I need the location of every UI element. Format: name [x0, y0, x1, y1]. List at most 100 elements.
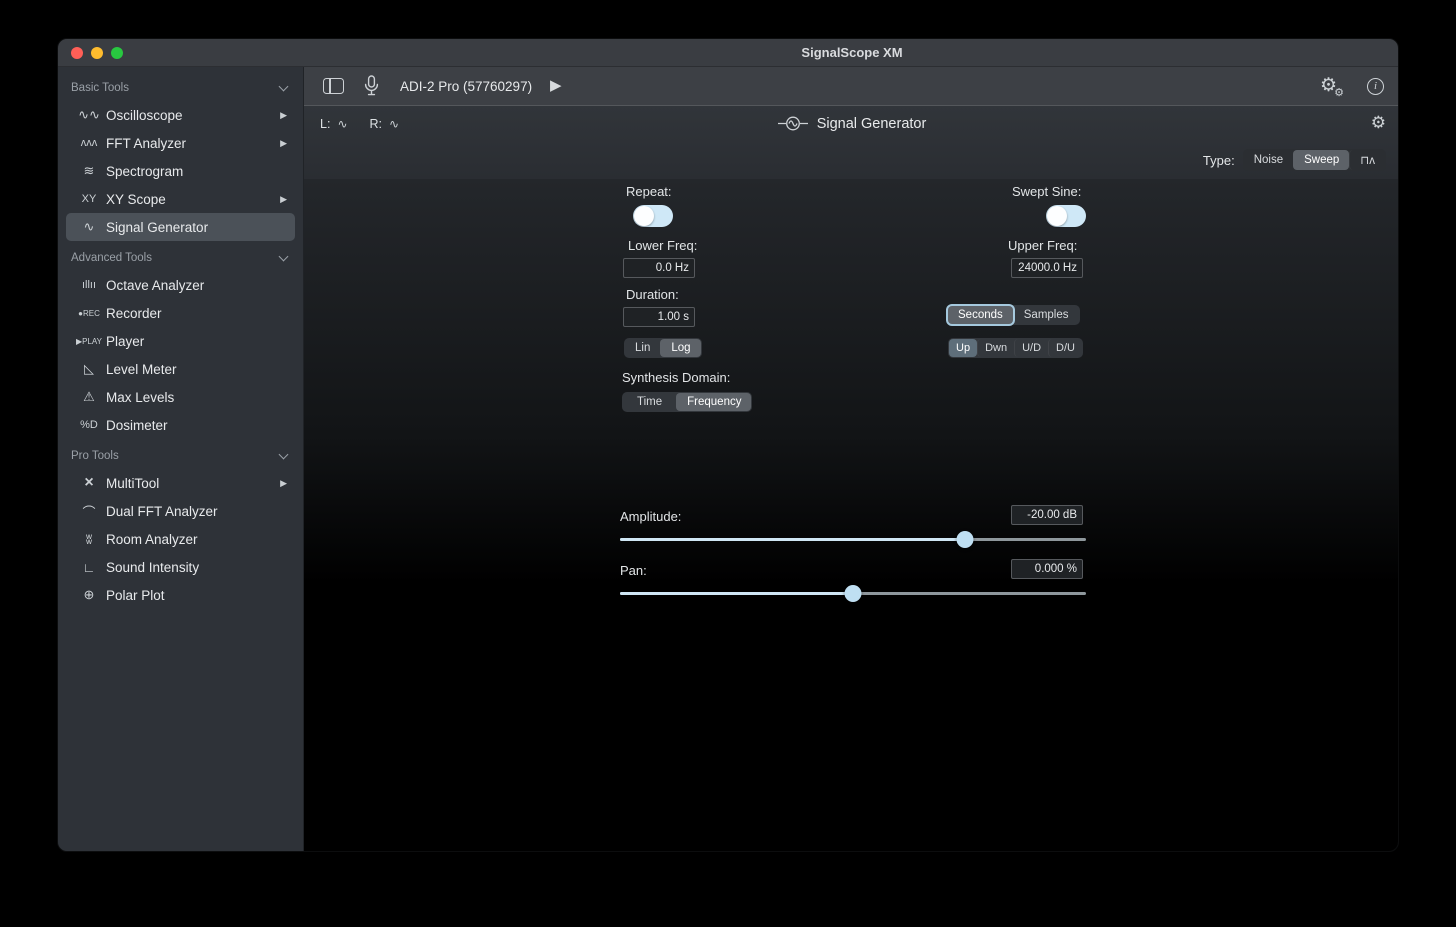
upper-freq-input[interactable]: [1011, 258, 1083, 278]
slider-track[interactable]: [620, 538, 1086, 541]
section-title: Advanced Tools: [71, 252, 152, 264]
direction-up-segment[interactable]: Up: [949, 339, 977, 357]
sidebar-item-dual-fft-analyzer[interactable]: ⌒ Dual FFT Analyzer: [66, 497, 295, 525]
traffic-lights: [71, 47, 123, 59]
desktop: SignalScope XM Basic Tools ∿∿ Oscillosco…: [0, 0, 1456, 927]
main-area: ADI-2 Pro (57760297) ▶ ⚙⚙ i L: ∿ R: ∿: [304, 67, 1399, 851]
pan-value-input[interactable]: [1011, 559, 1083, 579]
sidebar-item-xy-scope[interactable]: XY XY Scope ▶: [66, 185, 295, 213]
device-label[interactable]: ADI-2 Pro (57760297): [400, 79, 532, 94]
microphone-icon[interactable]: [364, 75, 379, 98]
oscilloscope-icon: ∿∿: [72, 107, 106, 123]
section-header-pro-tools[interactable]: Pro Tools: [58, 439, 303, 469]
sidebar-item-label: MultiTool: [106, 476, 159, 491]
tool-title-row: Signal Generator: [304, 115, 1399, 132]
xy-scope-icon: XY: [72, 193, 106, 205]
submenu-arrow-icon[interactable]: ▶: [280, 110, 287, 121]
info-icon[interactable]: i: [1367, 78, 1384, 95]
minimize-button[interactable]: [91, 47, 103, 59]
sidebar-item-level-meter[interactable]: ◺ Level Meter: [66, 355, 295, 383]
title-bar: SignalScope XM: [58, 39, 1398, 67]
toggle-knob: [634, 206, 654, 226]
multitool-icon: ×: [72, 474, 106, 492]
sidebar-item-recorder[interactable]: ●REC Recorder: [66, 299, 295, 327]
slider-thumb[interactable]: [845, 585, 862, 602]
sidebar-item-spectrogram[interactable]: ≋ Spectrogram: [66, 157, 295, 185]
amplitude-label: Amplitude:: [620, 509, 681, 524]
sidebar-item-max-levels[interactable]: ⚠ Max Levels: [66, 383, 295, 411]
sidebar-item-octave-analyzer[interactable]: ıllıı Octave Analyzer: [66, 271, 295, 299]
type-sweep-segment[interactable]: Sweep: [1293, 150, 1349, 170]
pan-slider[interactable]: [620, 585, 1086, 602]
type-noise-segment[interactable]: Noise: [1244, 150, 1293, 170]
generator-content: Repeat: Swept Sine: Lower Freq: Upper Fr…: [304, 179, 1399, 852]
sidebar-item-label: Sound Intensity: [106, 560, 199, 575]
synthesis-domain-segmented: Time Frequency: [622, 392, 752, 412]
sidebar-item-polar-plot[interactable]: ⊕ Polar Plot: [66, 581, 295, 609]
sidebar-item-label: Room Analyzer: [106, 532, 198, 547]
type-waveform-segment[interactable]: ⊓ʌ: [1349, 150, 1385, 170]
seconds-segment[interactable]: Seconds: [948, 306, 1013, 324]
dual-fft-icon: ⌒: [72, 502, 106, 521]
log-segment[interactable]: Log: [660, 339, 700, 357]
small-gear-icon: ⚙: [1334, 86, 1344, 99]
slider-thumb[interactable]: [956, 531, 973, 548]
chevron-down-icon: [279, 252, 289, 262]
type-selector-row: Type: Noise Sweep ⊓ʌ: [1203, 149, 1386, 171]
signal-generator-icon: ∿: [72, 219, 106, 235]
generator-header: L: ∿ R: ∿ Signal Gener: [304, 106, 1399, 179]
toggle-knob: [1047, 206, 1067, 226]
chevron-down-icon: [279, 450, 289, 460]
sidebar-toggle-icon[interactable]: [323, 78, 344, 94]
lin-segment[interactable]: Lin: [625, 339, 660, 357]
duration-label: Duration:: [626, 287, 679, 302]
time-segment[interactable]: Time: [623, 393, 676, 411]
sidebar-item-label: Max Levels: [106, 390, 174, 405]
play-button[interactable]: ▶: [550, 76, 562, 94]
generator-settings-gear-icon[interactable]: ⚙: [1371, 113, 1386, 133]
chevron-down-icon: [279, 82, 289, 92]
swept-sine-label: Swept Sine:: [1012, 184, 1081, 199]
sidebar-item-signal-generator[interactable]: ∿ Signal Generator: [66, 213, 295, 241]
sweep-direction-segmented: Up Dwn U/D D/U: [948, 338, 1083, 358]
sidebar-item-room-analyzer[interactable]: ʬ Room Analyzer: [66, 525, 295, 553]
frequency-segment[interactable]: Frequency: [676, 393, 751, 411]
submenu-arrow-icon[interactable]: ▶: [280, 478, 287, 489]
sidebar-item-sound-intensity[interactable]: ∟ Sound Intensity: [66, 553, 295, 581]
sidebar-item-fft-analyzer[interactable]: ʌʌʌ FFT Analyzer ▶: [66, 129, 295, 157]
zoom-button[interactable]: [111, 47, 123, 59]
direction-dwn-segment[interactable]: Dwn: [977, 339, 1014, 357]
sidebar-item-oscilloscope[interactable]: ∿∿ Oscilloscope ▶: [66, 101, 295, 129]
submenu-arrow-icon[interactable]: ▶: [280, 194, 287, 205]
swept-sine-toggle[interactable]: [1046, 205, 1086, 227]
room-analyzer-icon: ʬ: [72, 532, 106, 547]
sidebar-item-player[interactable]: ▶PLAY Player: [66, 327, 295, 355]
repeat-toggle[interactable]: [633, 205, 673, 227]
sidebar-item-multitool[interactable]: × MultiTool ▶: [66, 469, 295, 497]
close-button[interactable]: [71, 47, 83, 59]
submenu-arrow-icon[interactable]: ▶: [280, 138, 287, 149]
sound-intensity-icon: ∟: [72, 560, 106, 575]
duration-units-segmented: Seconds Samples: [947, 305, 1080, 325]
window-title: SignalScope XM: [304, 39, 1399, 67]
section-header-basic-tools[interactable]: Basic Tools: [58, 71, 303, 101]
upper-freq-label: Upper Freq:: [1008, 238, 1077, 253]
duration-input[interactable]: [623, 307, 695, 327]
amplitude-slider[interactable]: [620, 531, 1086, 548]
sidebar-item-dosimeter[interactable]: %D Dosimeter: [66, 411, 295, 439]
amplitude-value-input[interactable]: [1011, 505, 1083, 525]
max-levels-icon: ⚠: [72, 389, 106, 405]
sidebar-item-label: Oscilloscope: [106, 108, 183, 123]
direction-du-segment[interactable]: D/U: [1048, 339, 1082, 357]
sidebar-item-label: Dual FFT Analyzer: [106, 504, 218, 519]
sidebar: Basic Tools ∿∿ Oscilloscope ▶ ʌʌʌ FFT An…: [58, 67, 304, 851]
samples-segment[interactable]: Samples: [1013, 306, 1079, 324]
type-label: Type:: [1203, 153, 1235, 168]
lower-freq-input[interactable]: [623, 258, 695, 278]
settings-gears-icon[interactable]: ⚙⚙: [1320, 74, 1337, 97]
section-title: Basic Tools: [71, 82, 129, 94]
section-header-advanced-tools[interactable]: Advanced Tools: [58, 241, 303, 271]
direction-ud-segment[interactable]: U/D: [1014, 339, 1048, 357]
sidebar-item-label: FFT Analyzer: [106, 136, 186, 151]
sine-wave-icon: [778, 115, 808, 132]
